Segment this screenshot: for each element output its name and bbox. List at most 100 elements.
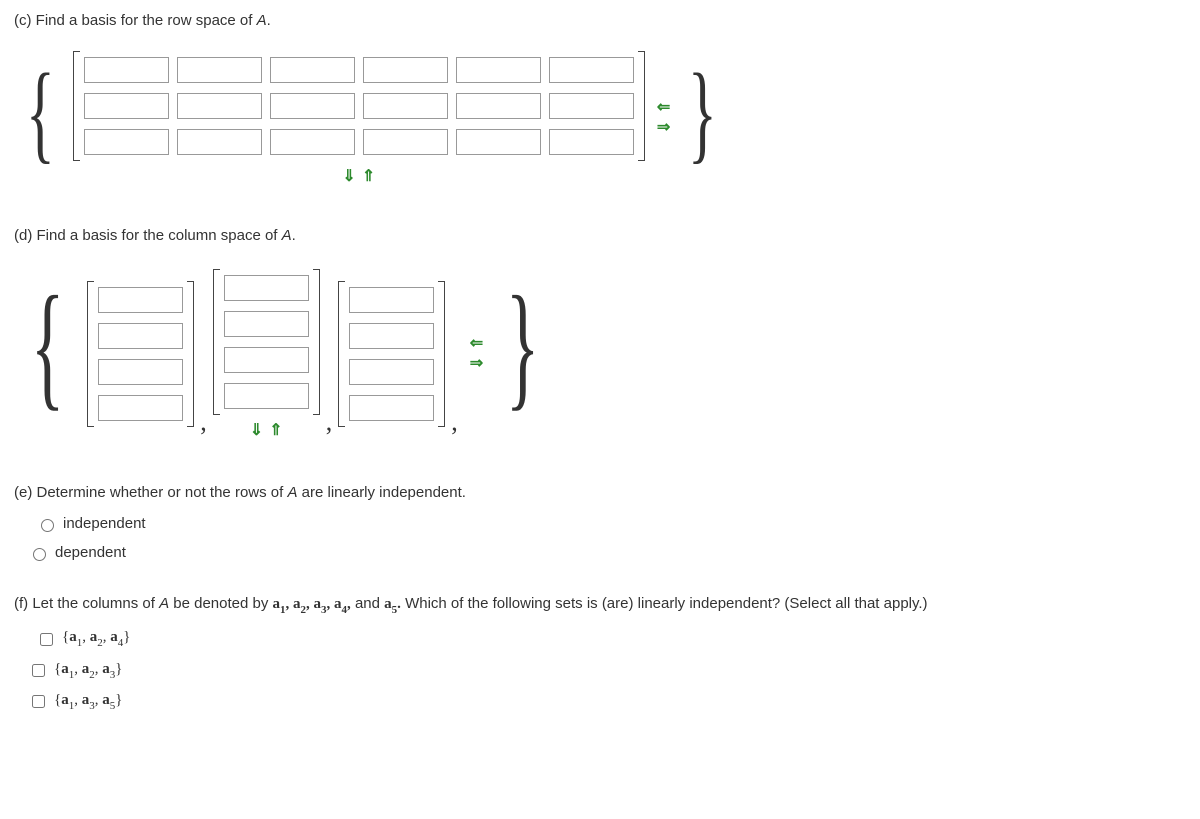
col-cell[interactable] — [98, 287, 183, 313]
option-label: {a1, a2, a3} — [54, 659, 122, 682]
col-cell[interactable] — [224, 275, 309, 301]
row-cell[interactable] — [177, 129, 262, 155]
part-c-text-post: . — [267, 12, 271, 29]
col-vector-3 — [338, 281, 445, 427]
right-bracket — [638, 51, 645, 161]
row-cell[interactable] — [456, 129, 541, 155]
row-cell[interactable] — [456, 57, 541, 83]
col-cell[interactable] — [224, 383, 309, 409]
part-e-text-post: are linearly independent. — [297, 484, 465, 501]
part-e-text-pre: Determine whether or not the rows of — [32, 484, 287, 501]
col-cell[interactable] — [349, 359, 434, 385]
part-e-options: independent dependent — [14, 513, 1186, 563]
col-cell[interactable] — [349, 287, 434, 313]
col-cell[interactable] — [349, 395, 434, 421]
col-space-set: { , ⇓ — [14, 256, 1186, 452]
col-cell[interactable] — [98, 395, 183, 421]
row-cell[interactable] — [84, 93, 169, 119]
row-space-set: { ⇓ ⇑ — [14, 41, 1186, 195]
row-cell[interactable] — [270, 93, 355, 119]
right-bracket — [313, 269, 320, 415]
option-label: independent — [63, 513, 146, 534]
column-list: a1, a2, a3, a4, — [273, 596, 351, 612]
checkbox-opt3[interactable] — [32, 695, 45, 708]
row-cell[interactable] — [270, 57, 355, 83]
part-c-text-pre: Find a basis for the row space of — [32, 12, 257, 29]
part-d-prompt: (d) Find a basis for the column space of… — [14, 225, 1186, 246]
left-brace: { — [31, 248, 65, 444]
col-vector-1 — [87, 281, 194, 427]
part-e-prompt: (e) Determine whether or not the rows of… — [14, 482, 1186, 503]
comma: , — [200, 404, 207, 452]
left-bracket — [338, 281, 345, 427]
right-brace: } — [688, 35, 717, 189]
part-e: (e) Determine whether or not the rows of… — [14, 482, 1186, 563]
option-label: {a1, a3, a5} — [54, 690, 122, 713]
part-f: (f) Let the columns of A be denoted by a… — [14, 593, 1186, 714]
part-f-var: A — [159, 595, 169, 612]
col-cell[interactable] — [98, 359, 183, 385]
remove-col-icon[interactable]: ⇐ — [657, 100, 670, 116]
col-vector-2 — [213, 269, 320, 415]
row-cell[interactable] — [363, 57, 448, 83]
row-cell[interactable] — [84, 129, 169, 155]
part-f-text-post: Which of the following sets is (are) lin… — [405, 595, 928, 612]
part-f-label: (f) — [14, 595, 28, 612]
row-space-matrix — [73, 51, 645, 161]
row-cell[interactable] — [363, 129, 448, 155]
col-cell[interactable] — [224, 347, 309, 373]
part-f-options: {a1, a2, a4} {a1, a2, a3} {a1, a3, a5} — [14, 627, 1186, 713]
part-c-prompt: (c) Find a basis for the row space of A. — [14, 10, 1186, 31]
add-row-icon[interactable]: ⇑ — [362, 169, 375, 185]
part-d-var: A — [282, 227, 292, 244]
row-cell[interactable] — [84, 57, 169, 83]
comma: , — [326, 404, 333, 452]
remove-row-icon[interactable]: ⇓ — [250, 423, 263, 439]
row-cell[interactable] — [270, 129, 355, 155]
row-cell[interactable] — [363, 93, 448, 119]
part-c-label: (c) — [14, 12, 32, 29]
part-d-text-post: . — [292, 227, 296, 244]
add-row-icon[interactable]: ⇑ — [269, 423, 282, 439]
option-label: {a1, a2, a4} — [62, 627, 130, 650]
part-c: (c) Find a basis for the row space of A.… — [14, 10, 1186, 195]
part-e-label: (e) — [14, 484, 32, 501]
horizontal-arrows: ⇐ ⇒ — [657, 100, 670, 136]
add-col-icon[interactable]: ⇒ — [657, 120, 670, 136]
row-cell[interactable] — [456, 93, 541, 119]
remove-col-icon[interactable]: ⇐ — [470, 336, 483, 352]
part-d: (d) Find a basis for the column space of… — [14, 225, 1186, 452]
right-brace: } — [506, 248, 540, 444]
row-cell[interactable] — [549, 93, 634, 119]
radio-independent[interactable] — [41, 519, 54, 532]
part-e-var: A — [287, 484, 297, 501]
row-cell[interactable] — [549, 129, 634, 155]
col-cell[interactable] — [349, 323, 434, 349]
row-cell[interactable] — [177, 93, 262, 119]
col-cell[interactable] — [98, 323, 183, 349]
add-col-icon[interactable]: ⇒ — [470, 356, 483, 372]
vertical-arrows: ⇓ ⇑ — [73, 169, 645, 185]
part-f-text-pre: Let the columns of — [28, 595, 159, 612]
radio-dependent[interactable] — [33, 548, 46, 561]
and-text: and — [355, 595, 384, 612]
right-bracket — [438, 281, 445, 427]
left-bracket — [73, 51, 80, 161]
horizontal-arrows: ⇐ ⇒ — [470, 336, 483, 372]
right-bracket — [187, 281, 194, 427]
checkbox-opt2[interactable] — [32, 664, 45, 677]
row-cell[interactable] — [549, 57, 634, 83]
part-d-label: (d) — [14, 227, 32, 244]
left-bracket — [213, 269, 220, 415]
part-f-prompt: (f) Let the columns of A be denoted by a… — [14, 593, 1186, 617]
option-label: dependent — [55, 542, 126, 563]
left-brace: { — [26, 35, 55, 189]
part-c-var: A — [257, 12, 267, 29]
comma: , — [451, 404, 458, 452]
checkbox-opt1[interactable] — [40, 633, 53, 646]
remove-row-icon[interactable]: ⇓ — [342, 169, 355, 185]
column-a5: a5. — [384, 596, 401, 612]
col-cell[interactable] — [224, 311, 309, 337]
row-cell[interactable] — [177, 57, 262, 83]
vertical-arrows: ⇓ ⇑ — [213, 423, 320, 439]
